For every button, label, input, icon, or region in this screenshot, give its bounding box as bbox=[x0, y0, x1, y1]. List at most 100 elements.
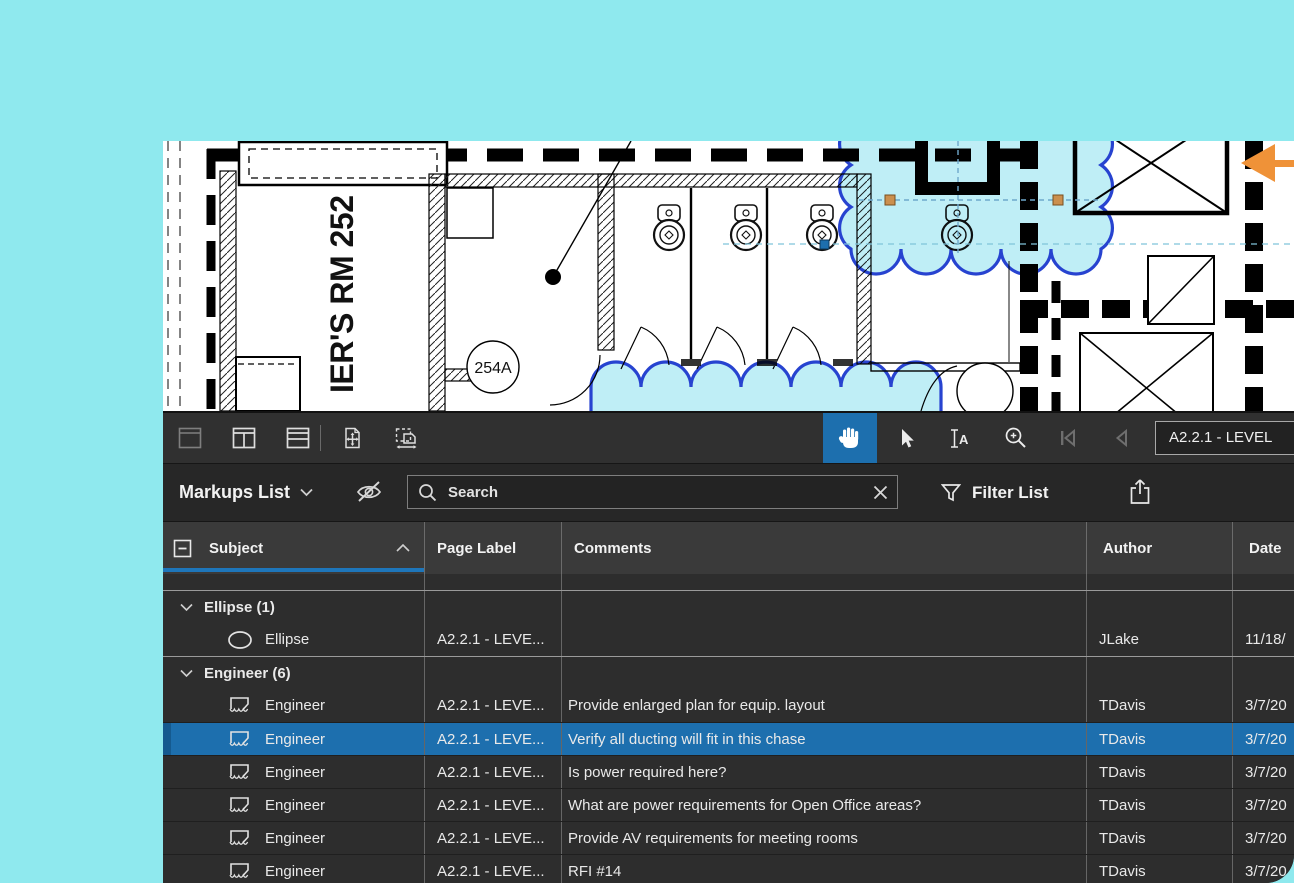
filter-list-label: Filter List bbox=[972, 483, 1049, 503]
single-pane-icon bbox=[178, 426, 203, 450]
revision-cloud-markup[interactable] bbox=[840, 141, 1113, 274]
markup-row[interactable]: Engineer A2.2.1 - LEVE... Is power requi… bbox=[163, 755, 1294, 788]
text-select-tool-button[interactable]: A bbox=[935, 413, 985, 463]
svg-text:A: A bbox=[959, 432, 969, 447]
markup-comments: Provide enlarged plan for equip. layout bbox=[562, 689, 1087, 722]
markup-row[interactable]: Ellipse A2.2.1 - LEVE... JLake 11/18/ bbox=[163, 623, 1294, 656]
markup-page-label: A2.2.1 - LEVE... bbox=[425, 623, 562, 656]
markups-rows: Ellipse (1) Ellipse A2.2.1 - LEVE... JLa… bbox=[163, 574, 1294, 883]
markup-date: 3/7/20 bbox=[1233, 789, 1294, 821]
markup-author: TDavis bbox=[1087, 756, 1233, 788]
markup-group-row[interactable]: Engineer (6) bbox=[163, 656, 1294, 689]
column-header-date[interactable]: Date bbox=[1233, 522, 1294, 574]
select-tool-button[interactable] bbox=[881, 413, 931, 463]
room-tag-254A: 254A bbox=[474, 360, 512, 377]
markup-row[interactable]: Engineer A2.2.1 - LEVE... RFI #14 TDavis… bbox=[163, 854, 1294, 883]
pan-page-button[interactable] bbox=[327, 413, 377, 463]
group-label: Ellipse (1) bbox=[204, 599, 275, 616]
markup-row[interactable]: Engineer A2.2.1 - LEVE... What are power… bbox=[163, 788, 1294, 821]
callout-markup-icon bbox=[227, 795, 253, 816]
previous-page-icon bbox=[1111, 427, 1133, 449]
eye-slash-icon bbox=[355, 478, 385, 504]
previous-page-button[interactable] bbox=[1097, 413, 1147, 463]
markup-author: JLake bbox=[1087, 623, 1233, 656]
export-share-icon bbox=[1128, 478, 1152, 505]
hide-markups-toggle[interactable] bbox=[355, 478, 385, 504]
column-header-subject[interactable]: Subject bbox=[163, 522, 425, 574]
callout-markup-icon bbox=[227, 861, 253, 882]
markup-group-row[interactable]: Ellipse (1) bbox=[163, 590, 1294, 623]
single-pane-button[interactable] bbox=[165, 413, 215, 463]
column-header-author[interactable]: Author bbox=[1087, 522, 1233, 574]
markup-comments: Provide AV requirements for meeting room… bbox=[562, 822, 1087, 854]
pdf-plan-viewport[interactable]: IER'S RM 252 254A bbox=[163, 141, 1294, 411]
markup-author: TDavis bbox=[1087, 855, 1233, 883]
zoom-tool-button[interactable] bbox=[991, 413, 1041, 463]
row-partial bbox=[163, 574, 1294, 590]
markup-author: TDavis bbox=[1087, 789, 1233, 821]
markup-subject: Engineer bbox=[265, 797, 325, 814]
select-all-checkbox[interactable] bbox=[173, 539, 192, 558]
fit-width-icon bbox=[394, 426, 419, 450]
close-icon bbox=[873, 485, 888, 500]
callout-markup-icon bbox=[227, 729, 253, 750]
markup-comments bbox=[562, 623, 1087, 656]
markup-page-label: A2.2.1 - LEVE... bbox=[425, 689, 562, 722]
zoom-magnifier-icon bbox=[1004, 426, 1028, 450]
clear-search-button[interactable] bbox=[863, 475, 897, 509]
marketing-card: IER'S RM 252 254A bbox=[0, 0, 1294, 883]
split-horizontal-icon bbox=[286, 426, 311, 450]
markups-table-header: Subject Page Label Comments Author Date bbox=[163, 522, 1294, 574]
column-header-page-label[interactable]: Page Label bbox=[425, 522, 562, 574]
markup-page-label: A2.2.1 - LEVE... bbox=[425, 756, 562, 788]
page-label-dropdown[interactable]: A2.2.1 - LEVEL bbox=[1155, 421, 1294, 455]
sort-ascending-icon bbox=[396, 544, 410, 552]
search-input[interactable] bbox=[446, 483, 863, 502]
markup-date: 3/7/20 bbox=[1233, 756, 1294, 788]
markup-page-label: A2.2.1 - LEVE... bbox=[425, 723, 562, 755]
markup-author: TDavis bbox=[1087, 723, 1233, 755]
markup-page-label: A2.2.1 - LEVE... bbox=[425, 855, 562, 883]
group-label: Engineer (6) bbox=[204, 665, 291, 682]
markup-row[interactable]: Engineer A2.2.1 - LEVE... Provide AV req… bbox=[163, 821, 1294, 854]
control-point[interactable] bbox=[820, 240, 829, 249]
markups-list-title-dropdown[interactable]: Markups List bbox=[179, 464, 313, 521]
markup-page-label: A2.2.1 - LEVE... bbox=[425, 789, 562, 821]
markup-row[interactable]: Engineer A2.2.1 - LEVE... Verify all duc… bbox=[163, 722, 1294, 755]
callout-markup-icon bbox=[227, 828, 253, 849]
callout-markup-icon bbox=[227, 695, 253, 716]
markup-date: 3/7/20 bbox=[1233, 822, 1294, 854]
markup-row[interactable]: Engineer A2.2.1 - LEVE... Provide enlarg… bbox=[163, 689, 1294, 722]
markups-list-header: Markups List Filter List bbox=[163, 464, 1294, 522]
ellipse-markup-icon bbox=[227, 630, 253, 650]
first-page-icon bbox=[1057, 427, 1079, 449]
chevron-down-icon[interactable] bbox=[180, 669, 193, 678]
markup-date: 3/7/20 bbox=[1233, 723, 1294, 755]
markup-comments: What are power requirements for Open Off… bbox=[562, 789, 1087, 821]
column-header-comments[interactable]: Comments bbox=[562, 522, 1087, 574]
toolbar-separator bbox=[315, 413, 325, 463]
grip-handle[interactable] bbox=[1053, 195, 1063, 205]
markup-comments: Is power required here? bbox=[562, 756, 1087, 788]
search-icon bbox=[418, 483, 437, 502]
room-252-label: IER'S RM 252 bbox=[324, 195, 360, 393]
hand-icon bbox=[837, 425, 863, 451]
subject-header-label: Subject bbox=[209, 540, 263, 557]
markup-subject: Engineer bbox=[265, 731, 325, 748]
chevron-down-icon[interactable] bbox=[180, 603, 193, 612]
fit-width-button[interactable] bbox=[381, 413, 431, 463]
grip-handle[interactable] bbox=[885, 195, 895, 205]
filter-list-button[interactable]: Filter List bbox=[941, 464, 1049, 521]
markup-comments: RFI #14 bbox=[562, 855, 1087, 883]
revu-app-window: IER'S RM 252 254A bbox=[163, 141, 1294, 883]
markup-subject: Engineer bbox=[265, 697, 325, 714]
filter-funnel-icon bbox=[941, 483, 961, 502]
first-page-button[interactable] bbox=[1043, 413, 1093, 463]
export-button[interactable] bbox=[1128, 478, 1152, 505]
split-vertical-button[interactable] bbox=[219, 413, 269, 463]
markup-comments: Verify all ducting will fit in this chas… bbox=[562, 723, 1087, 755]
search-field bbox=[407, 475, 898, 509]
markup-date: 3/7/20 bbox=[1233, 855, 1294, 883]
hand-tool-button[interactable] bbox=[823, 413, 877, 463]
floor-plan: IER'S RM 252 254A bbox=[163, 141, 1294, 411]
